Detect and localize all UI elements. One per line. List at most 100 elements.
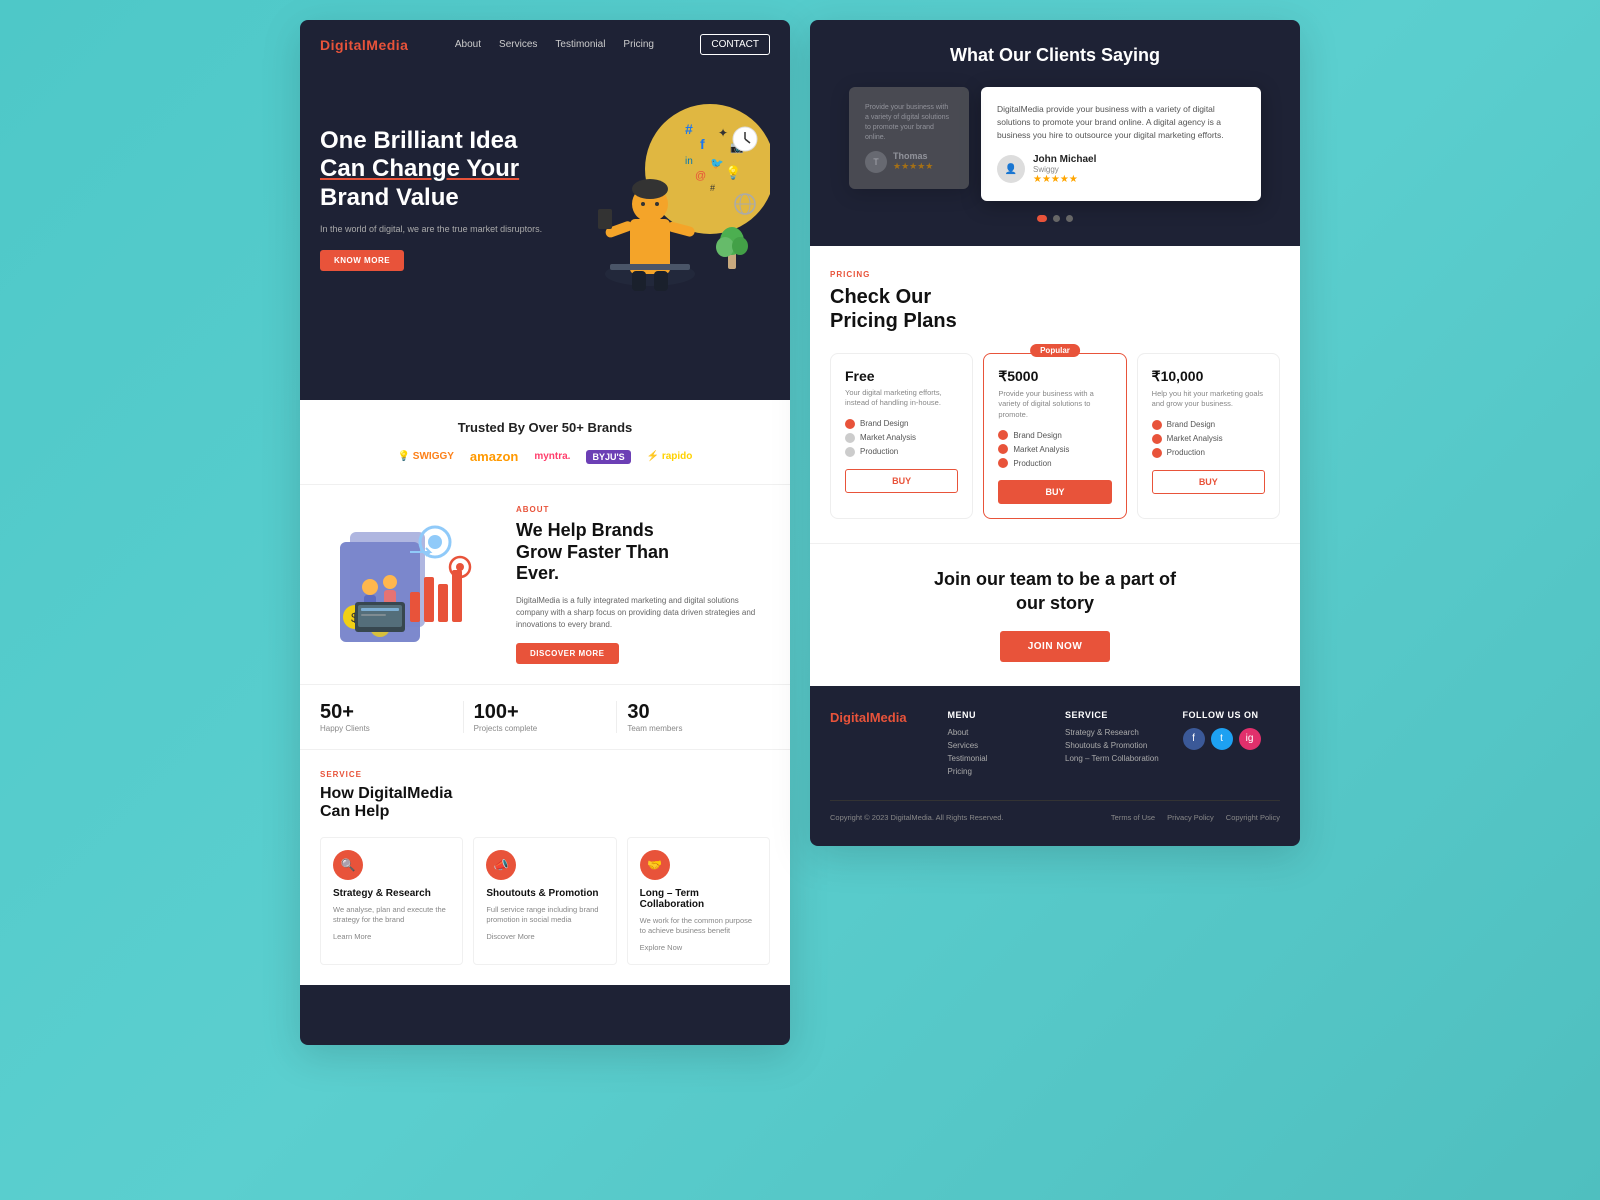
- instagram-icon[interactable]: ig: [1239, 728, 1261, 750]
- testimonial-secondary-left: Provide your business with a variety of …: [849, 87, 969, 188]
- testimonial-text: DigitalMedia provide your business with …: [997, 103, 1245, 141]
- pricing-free: Free Your digital marketing efforts, ins…: [830, 353, 973, 520]
- svg-text:f: f: [700, 136, 705, 152]
- join-button[interactable]: JOIN NOW: [1000, 631, 1111, 662]
- dot-1[interactable]: [1037, 215, 1047, 222]
- secondary-avatar: T: [865, 151, 887, 173]
- dot-3[interactable]: [1066, 215, 1073, 222]
- collaboration-desc: We work for the common purpose to achiev…: [640, 916, 757, 937]
- svg-text:✦: ✦: [718, 126, 728, 140]
- feat-icon-c: [1152, 448, 1162, 458]
- brand-swiggy: 💡 SWIGGY: [398, 451, 454, 462]
- free-buy-button[interactable]: BUY: [845, 469, 958, 493]
- collaboration-link[interactable]: Explore Now: [640, 943, 757, 952]
- svg-text:in: in: [685, 156, 693, 167]
- footer-brand: DigitalMedia: [830, 710, 928, 780]
- about-description: DigitalMedia is a fully integrated marke…: [516, 595, 770, 631]
- about-label: ABOUT: [516, 505, 770, 514]
- free-plan-desc: Your digital marketing efforts, instead …: [845, 388, 958, 409]
- footer-section: DigitalMedia MENU About Services Testimo…: [810, 686, 1300, 846]
- 5000-feature-3: Production: [998, 458, 1111, 468]
- about-cta-button[interactable]: DISCOVER MORE: [516, 643, 619, 664]
- footer-social-col: FOLLOW US ON f t ig: [1183, 710, 1281, 780]
- footer-pricing-link[interactable]: Pricing: [948, 767, 1046, 776]
- strategy-name: Strategy & Research: [333, 888, 450, 899]
- services-header: SERVICE How DigitalMedia Can Help: [320, 770, 770, 821]
- footer-about-link[interactable]: About: [948, 728, 1046, 737]
- feature-icon: [845, 419, 855, 429]
- testimonials-title: What Our Clients Saying: [830, 44, 1280, 67]
- author-avatar: 👤: [997, 155, 1025, 183]
- stat-team-label: Team members: [627, 724, 760, 733]
- brand-byjus: BYJU'S: [586, 450, 630, 464]
- slider-dots: [830, 215, 1280, 222]
- shoutouts-name: Shoutouts & Promotion: [486, 888, 603, 899]
- footer-collab-link[interactable]: Long – Term Collaboration: [1065, 754, 1163, 763]
- nav-services[interactable]: Services: [499, 39, 537, 50]
- stat-projects: 100+ Projects complete: [464, 701, 618, 733]
- feat-icon-a: [1152, 420, 1162, 430]
- twitter-icon[interactable]: t: [1211, 728, 1233, 750]
- hero-cta-button[interactable]: KNOW MORE: [320, 250, 404, 271]
- brand-prefix: D: [320, 37, 331, 53]
- privacy-link[interactable]: Privacy Policy: [1167, 813, 1214, 822]
- footer-service-title: SERVICE: [1065, 710, 1163, 720]
- footer-shoutouts-link[interactable]: Shoutouts & Promotion: [1065, 741, 1163, 750]
- dot-2[interactable]: [1053, 215, 1060, 222]
- stat-team: 30 Team members: [617, 701, 770, 733]
- nav-about[interactable]: About: [455, 39, 481, 50]
- footer-brand-name: DigitalMedia: [830, 710, 928, 725]
- brands-section: Trusted By Over 50+ Brands 💡 SWIGGY amaz…: [300, 400, 790, 484]
- 10000-plan-desc: Help you hit your marketing goals and gr…: [1152, 389, 1265, 410]
- 5000-buy-button[interactable]: BUY: [998, 480, 1111, 504]
- pricing-title: Check Our Pricing Plans: [830, 285, 1280, 333]
- services-section: SERVICE How DigitalMedia Can Help 🔍 Stra…: [300, 749, 790, 985]
- hero-content: One Brilliant Idea Can Change Your Brand…: [300, 69, 790, 339]
- strategy-link[interactable]: Learn More: [333, 932, 450, 941]
- copyright-policy-link[interactable]: Copyright Policy: [1226, 813, 1280, 822]
- feature-icon-gray2: [845, 447, 855, 457]
- author-name: John Michael: [1033, 154, 1096, 165]
- hero-illustration: # f ✦ 📷 🐦 in @ 💡 #: [570, 89, 770, 309]
- testimonial-primary: DigitalMedia provide your business with …: [981, 87, 1261, 200]
- footer-strategy-link[interactable]: Strategy & Research: [1065, 728, 1163, 737]
- 10000-buy-button[interactable]: BUY: [1152, 470, 1265, 494]
- stat-clients: 50+ Happy Clients: [320, 701, 464, 733]
- collaboration-icon: 🤝: [640, 850, 670, 880]
- testimonials-slider: Provide your business with a variety of …: [830, 87, 1280, 200]
- facebook-icon[interactable]: f: [1183, 728, 1205, 750]
- stats-section: 50+ Happy Clients 100+ Projects complete…: [300, 684, 790, 749]
- 5000-plan-name: ₹5000: [998, 368, 1111, 385]
- about-section: $ $ ABOUT: [300, 484, 790, 684]
- left-panel: DigitalMedia About Services Testimonial …: [300, 20, 790, 1045]
- secondary-author-name: Thomas: [893, 151, 933, 161]
- nav-testimonial[interactable]: Testimonial: [555, 39, 605, 50]
- footer-social-title: FOLLOW US ON: [1183, 710, 1281, 720]
- contact-button[interactable]: CONTACT: [700, 34, 770, 55]
- svg-text:💡: 💡: [725, 165, 741, 180]
- footer-brand-prefix: D: [830, 710, 839, 725]
- brands-list: 💡 SWIGGY amazon myntra. BYJU'S ⚡ rapido: [320, 449, 770, 464]
- footer-legal: Terms of Use Privacy Policy Copyright Po…: [1111, 813, 1280, 822]
- about-text: ABOUT We Help Brands Grow Faster Than Ev…: [516, 505, 770, 664]
- nav-pricing[interactable]: Pricing: [623, 39, 654, 50]
- svg-text:#: #: [710, 183, 715, 193]
- services-grid: 🔍 Strategy & Research We analyse, plan a…: [320, 837, 770, 965]
- footer-menu-col: MENU About Services Testimonial Pricing: [948, 710, 1046, 780]
- nav-links: About Services Testimonial Pricing: [428, 39, 680, 50]
- terms-link[interactable]: Terms of Use: [1111, 813, 1155, 822]
- right-panel: What Our Clients Saying Provide your bus…: [810, 20, 1300, 846]
- footer-services-link[interactable]: Services: [948, 741, 1046, 750]
- free-feature-2: Market Analysis: [845, 433, 958, 443]
- service-card-strategy: 🔍 Strategy & Research We analyse, plan a…: [320, 837, 463, 965]
- free-feature-1: Brand Design: [845, 419, 958, 429]
- shoutouts-link[interactable]: Discover More: [486, 932, 603, 941]
- service-card-shoutouts: 📣 Shoutouts & Promotion Full service ran…: [473, 837, 616, 965]
- footer-testimonial-link[interactable]: Testimonial: [948, 754, 1046, 763]
- collaboration-name: Long – Term Collaboration: [640, 888, 757, 910]
- feat-icon-3: [998, 458, 1008, 468]
- free-feature-3: Production: [845, 447, 958, 457]
- popular-badge: Popular: [1030, 344, 1080, 357]
- svg-text:🐦: 🐦: [710, 158, 724, 170]
- brand-myntra: myntra.: [534, 451, 570, 462]
